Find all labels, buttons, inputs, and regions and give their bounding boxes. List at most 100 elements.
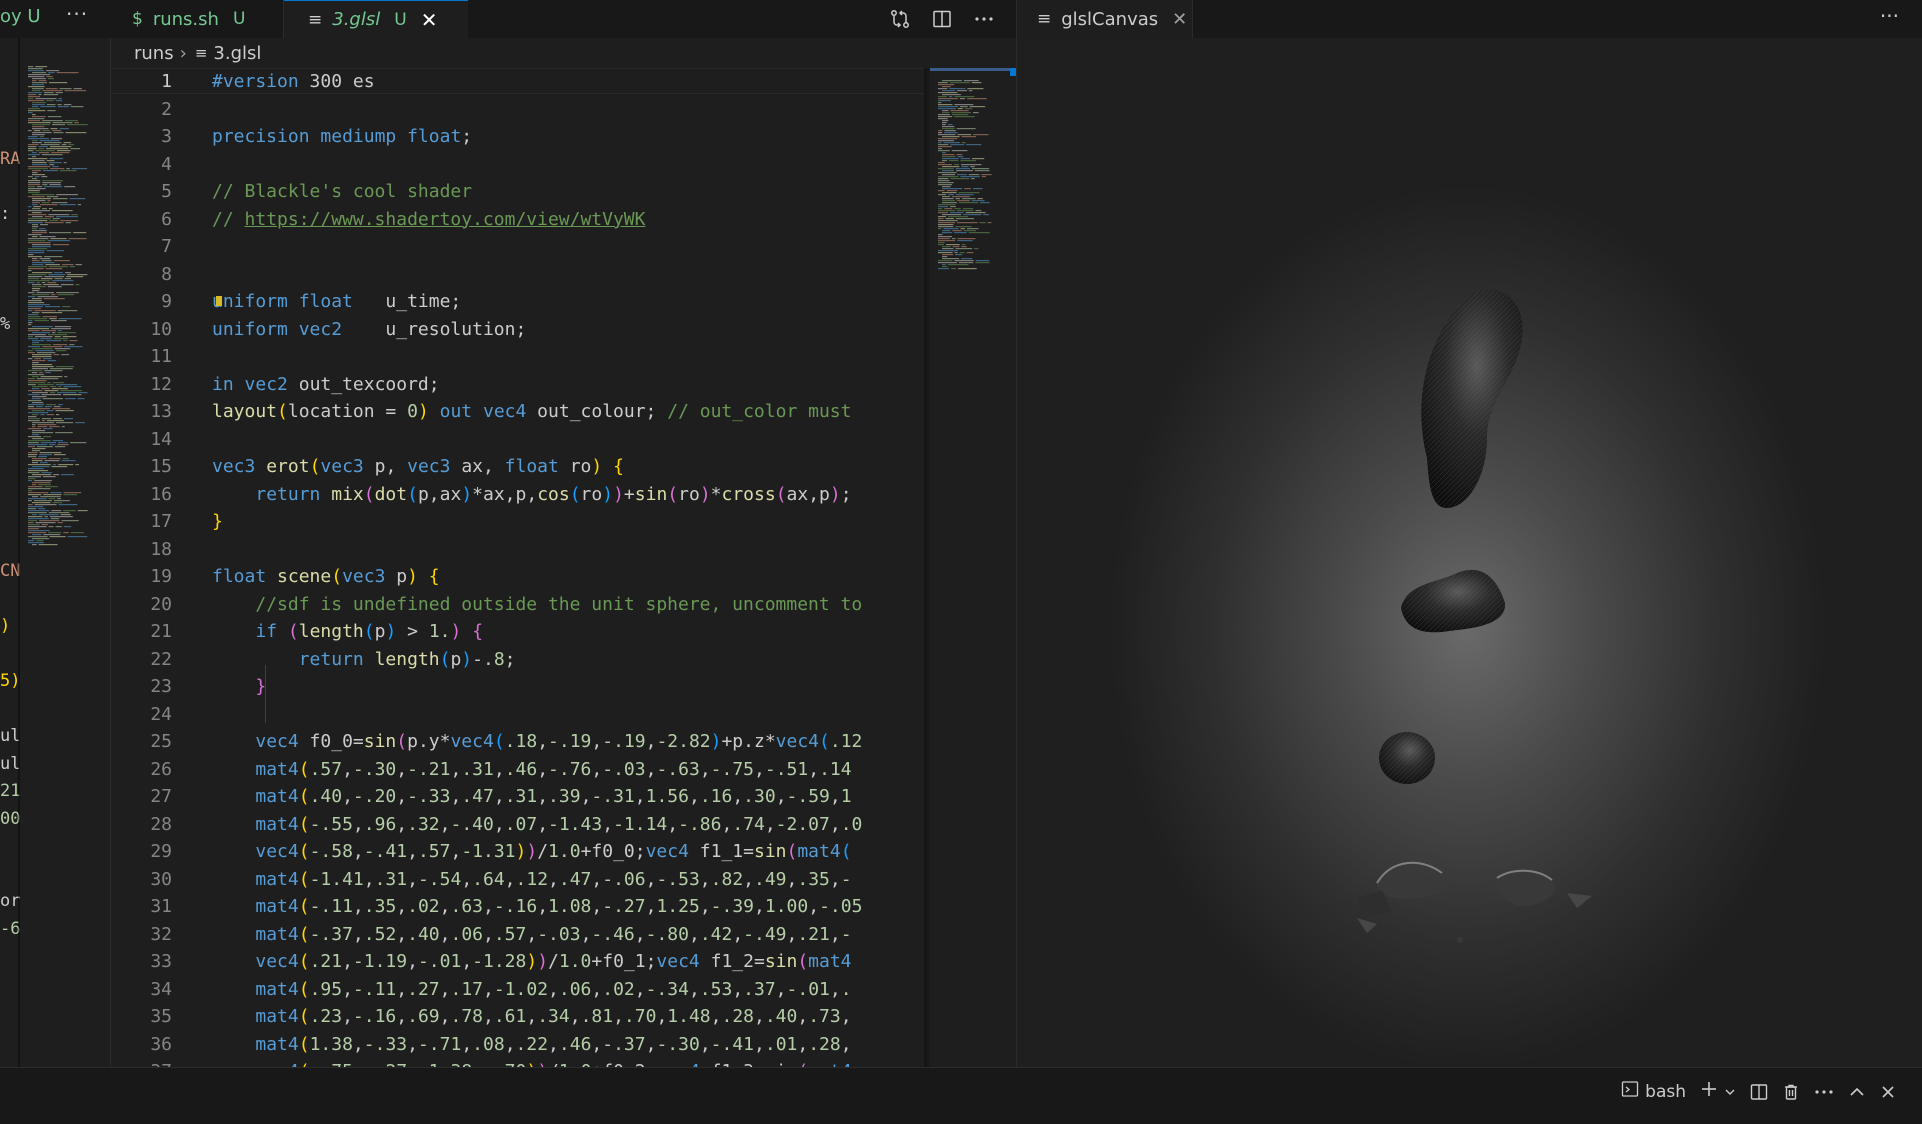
line-number: 20 xyxy=(150,593,172,615)
split-terminal-icon[interactable] xyxy=(1750,1083,1768,1101)
code-line[interactable]: 25 vec4 f0_0=sin(p.y*vec4(.18,-.19,-.19,… xyxy=(112,728,924,756)
chevron-up-icon[interactable] xyxy=(1848,1086,1866,1098)
minimap-line xyxy=(28,406,35,408)
code-line[interactable]: 24 xyxy=(112,701,924,729)
minimap-line xyxy=(32,286,46,288)
more-actions-icon[interactable]: ··· xyxy=(1880,4,1899,28)
code-line[interactable]: 30 mat4(-1.41,.31,-.54,.64,.12,.47,-.06,… xyxy=(112,866,924,894)
code-line[interactable]: 17} xyxy=(112,508,924,536)
more-actions-icon[interactable] xyxy=(972,7,996,31)
terminal-tab[interactable]: bash xyxy=(1621,1080,1686,1103)
tab-runs-sh[interactable]: $ runs.sh U xyxy=(112,0,284,38)
minimap-line xyxy=(28,240,46,242)
code-line[interactable]: 37 vec4(-.75,-.27,-1.38,-.70))/1.0+f0_2;… xyxy=(112,1058,924,1067)
minimap-line xyxy=(959,202,979,204)
code-line[interactable]: 3 precision mediump float; xyxy=(112,123,924,151)
code-line[interactable]: 34 mat4(.95,-.11,.27,.17,-1.02,.06,.02,-… xyxy=(112,976,924,1004)
minimap-line xyxy=(32,132,52,134)
code-line[interactable]: 5 // Blackle's cool shader xyxy=(112,178,924,206)
left-minimap[interactable] xyxy=(28,66,90,566)
code-line[interactable]: 26 mat4(.57,-.30,-.21,.31,.46,-.76,-.03,… xyxy=(112,756,924,784)
minimap-line xyxy=(942,86,951,88)
compare-changes-icon[interactable] xyxy=(888,7,912,31)
close-icon[interactable]: ✕ xyxy=(421,8,438,32)
code-line[interactable]: 9 uniform float u_time; xyxy=(112,288,924,316)
code-line[interactable]: 14 xyxy=(112,426,924,454)
minimap-line xyxy=(53,474,60,476)
left-tab-label[interactable]: oy U xyxy=(0,6,41,27)
minimap-line xyxy=(968,174,980,176)
code-line[interactable]: 23 } xyxy=(112,673,924,701)
tab-3-glsl[interactable]: ≡ 3.glsl U ✕ xyxy=(284,0,468,38)
minimap-line xyxy=(942,120,949,122)
code-line[interactable]: 6 // https://www.shadertoy.com/view/wtVyW… xyxy=(112,206,924,234)
code-line[interactable]: 35 mat4(.23,-.16,.69,.78,.61,.34,.81,.70… xyxy=(112,1003,924,1031)
minimap-viewport-slider[interactable] xyxy=(930,68,1016,71)
code-line[interactable]: 28 mat4(-.55,.96,.32,-.40,.07,-1.43,-1.1… xyxy=(112,811,924,839)
shader-canvas[interactable] xyxy=(1017,38,1922,1067)
line-number: 6 xyxy=(161,208,172,230)
code-line[interactable]: 20 //sdf is undefined outside the unit s… xyxy=(112,591,924,619)
code-line[interactable]: 19 float scene(vec3 p) { xyxy=(112,563,924,591)
minimap-line xyxy=(59,170,77,172)
code-line[interactable]: 27 mat4(.40,-.20,-.33,.47,.31,.39,-.31,1… xyxy=(112,783,924,811)
code-line[interactable]: 1 #version 300 es xyxy=(112,68,924,96)
minimap-line xyxy=(53,260,70,262)
code-line[interactable]: 11 xyxy=(112,343,924,371)
split-editor-icon[interactable] xyxy=(930,7,954,31)
minimap-line xyxy=(32,160,45,162)
minimap-line xyxy=(950,206,956,208)
code-line[interactable]: 33 vec4(.21,-1.19,-.01,-1.28))/1.0+f0_1;… xyxy=(112,948,924,976)
code-line[interactable]: 29 vec4(-.58,-.41,.57,-1.31))/1.0+f0_0;v… xyxy=(112,838,924,866)
code-line[interactable]: 16 return mix(dot(p,ax)*ax,p,cos(ro))+si… xyxy=(112,481,924,509)
minimap-line xyxy=(43,428,53,430)
minimap-line xyxy=(963,214,982,216)
minimap-line xyxy=(32,430,46,432)
minimap-line xyxy=(61,460,76,462)
minimap-line xyxy=(38,94,42,96)
close-panel-icon[interactable] xyxy=(1880,1084,1896,1100)
trash-icon[interactable] xyxy=(1782,1083,1800,1101)
minimap-line xyxy=(28,180,41,182)
code-line[interactable]: 18 xyxy=(112,536,924,564)
left-more-actions-icon[interactable]: ··· xyxy=(66,2,88,26)
minimap-line xyxy=(58,330,62,332)
minimap-line xyxy=(971,82,982,84)
minimap-line xyxy=(32,258,38,260)
minimap-line xyxy=(52,244,69,246)
code-line[interactable]: 36 mat4(1.38,-.33,-.71,.08,.22,.46,-.37,… xyxy=(112,1031,924,1059)
minimap-line xyxy=(46,160,55,162)
code-line[interactable]: 2 xyxy=(112,96,924,124)
code-line[interactable]: 21 if (length(p) > 1.) { xyxy=(112,618,924,646)
code-text: mat4(-1.41,.31,-.54,.64,.12,.47,-.06,-.5… xyxy=(255,868,852,890)
code-line[interactable]: 22 return length(p)-.8; xyxy=(112,646,924,674)
code-line[interactable]: 10 uniform vec2 u_resolution; xyxy=(112,316,924,344)
tab-glslcanvas[interactable]: ≡ glslCanvas ✕ xyxy=(1017,0,1193,38)
minimap-line xyxy=(28,314,38,316)
minimap-line xyxy=(28,280,50,282)
minimap-line xyxy=(53,344,68,346)
code-line[interactable]: 32 mat4(-.37,.52,.40,.06,.57,-.03,-.46,-… xyxy=(112,921,924,949)
code-line[interactable]: 4 xyxy=(112,151,924,179)
minimap-line xyxy=(942,152,946,154)
breadcrumb-file[interactable]: 3.glsl xyxy=(213,43,261,64)
code-line[interactable]: 15 vec3 erot(vec3 p, vec3 ax, float ro) { xyxy=(112,453,924,481)
close-icon[interactable]: ✕ xyxy=(1172,9,1187,30)
breadcrumb-folder[interactable]: runs xyxy=(134,43,174,64)
new-terminal-button[interactable] xyxy=(1700,1080,1736,1103)
code-line[interactable]: 7 xyxy=(112,233,924,261)
code-line[interactable]: 31 mat4(-.11,.35,.02,.63,-.16,1.08,-.27,… xyxy=(112,893,924,921)
chevron-down-icon[interactable] xyxy=(1724,1082,1736,1102)
minimap-line xyxy=(47,334,68,336)
minimap-line xyxy=(969,106,986,108)
code-line[interactable]: 8 xyxy=(112,261,924,289)
code-editor[interactable]: 1 #version 300 es 2 3 precision mediump floa… xyxy=(112,68,924,1067)
minimap-line xyxy=(972,112,979,114)
code-line[interactable]: 13 layout(location = 0) out vec4 out_colo… xyxy=(112,398,924,426)
more-actions-icon[interactable] xyxy=(1814,1089,1834,1095)
line-number: 15 xyxy=(150,456,172,477)
minimap-line xyxy=(42,358,52,360)
code-line[interactable]: 12 in vec2 out_texcoord; xyxy=(112,371,924,399)
minimap-line xyxy=(28,300,42,302)
minimap[interactable] xyxy=(930,68,1016,1067)
